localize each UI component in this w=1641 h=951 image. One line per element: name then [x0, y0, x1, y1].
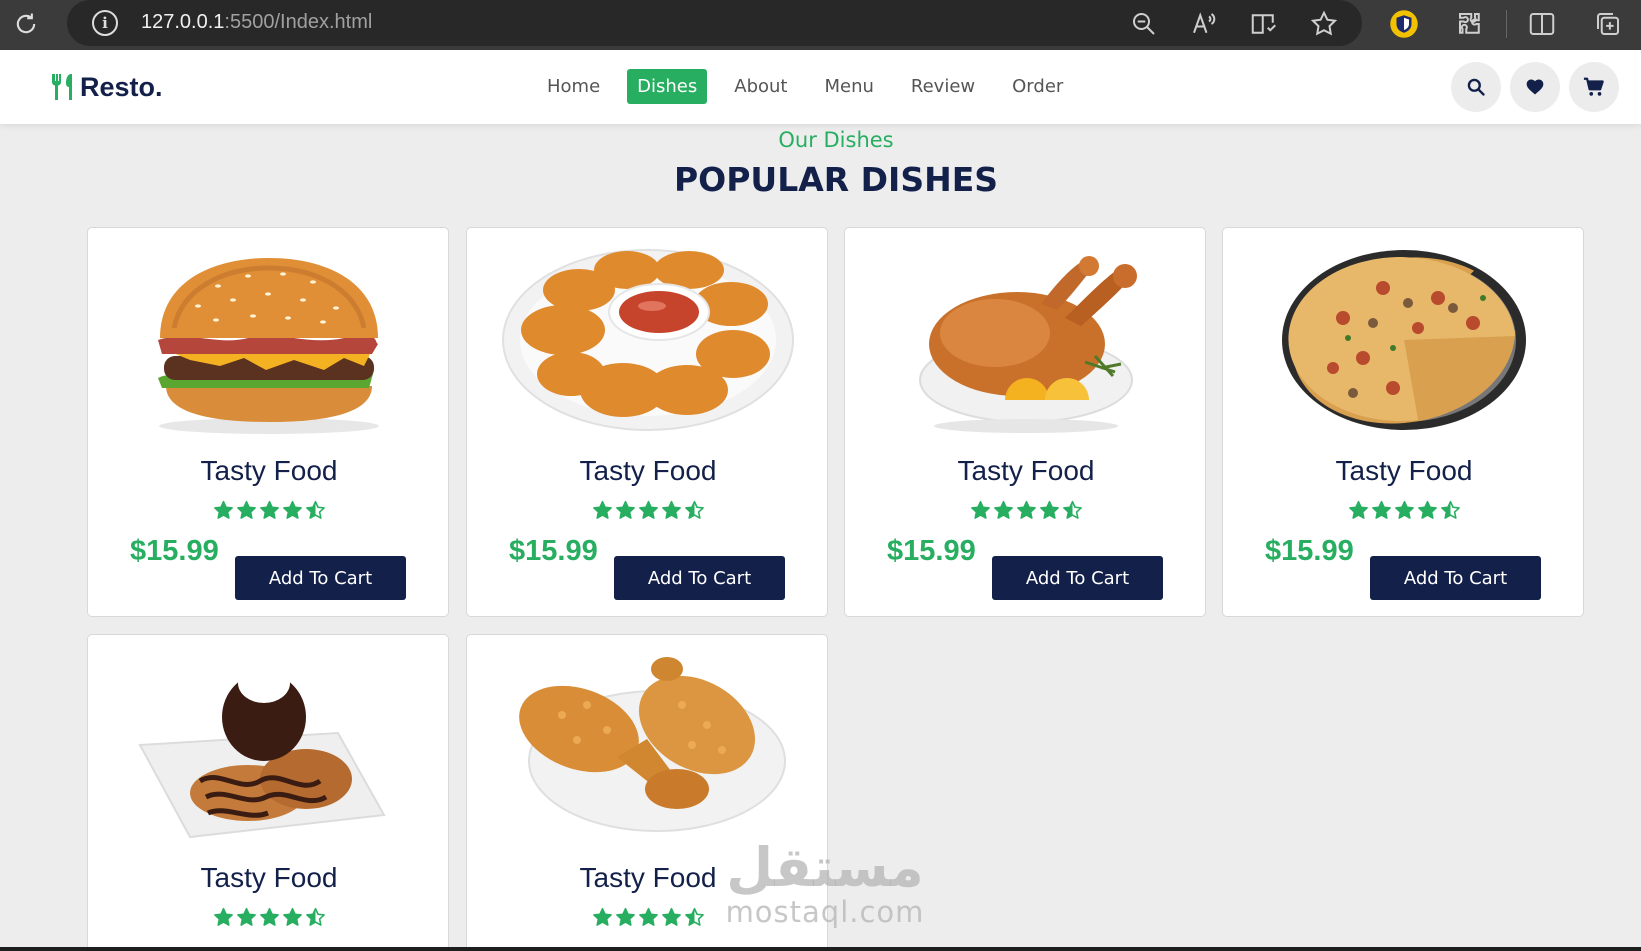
star-icon	[236, 500, 256, 519]
nav-links: Home Dishes About Menu Review Order	[537, 69, 1090, 104]
star-icon	[236, 907, 256, 926]
shield-extension-icon[interactable]	[1389, 9, 1419, 39]
extensions-puzzle-icon[interactable]	[1455, 9, 1485, 39]
rating-stars	[88, 907, 448, 932]
section-heading: POPULAR DISHES	[673, 160, 999, 199]
utensils-icon	[52, 74, 72, 100]
url-text[interactable]: 127.0.0.1:5500/Index.html	[141, 11, 372, 34]
site-logo[interactable]: Resto.	[50, 70, 163, 104]
add-to-cart-button[interactable]: Add To Cart	[614, 556, 785, 600]
star-icon	[970, 500, 990, 519]
favorite-star-icon[interactable]	[1309, 9, 1339, 39]
star-icon	[1039, 500, 1059, 519]
cart-button[interactable]	[1569, 62, 1619, 112]
logo-text: Resto.	[80, 71, 163, 102]
star-half-icon	[1062, 500, 1082, 519]
dish-card: Tasty Food $15.99 Add To Cart	[844, 227, 1206, 617]
star-half-icon	[684, 500, 704, 519]
burger-image	[158, 258, 379, 434]
add-to-cart-button[interactable]: Add To Cart	[992, 556, 1163, 600]
site-navbar: Resto. Home Dishes About Menu Review Ord…	[0, 50, 1641, 124]
watermark-latin: mostaql.com	[725, 895, 925, 929]
chocolate-dessert-image	[138, 655, 386, 839]
star-icon	[615, 500, 635, 519]
favorites-button[interactable]	[1510, 62, 1560, 112]
roast-chicken-image	[919, 256, 1137, 433]
star-icon	[592, 500, 612, 519]
dish-card: Tasty Food $15.99 Add To Cart	[466, 227, 828, 617]
search-button[interactable]	[1451, 62, 1501, 112]
dish-card: Tasty Food $15.99 Add To Cart	[87, 227, 449, 617]
star-half-icon	[1440, 500, 1460, 519]
star-half-icon	[684, 907, 704, 926]
toolbar-divider	[1506, 10, 1507, 38]
dish-title: Tasty Food	[200, 862, 338, 893]
rating-stars	[467, 500, 827, 525]
star-icon	[282, 500, 302, 519]
heart-icon	[1526, 79, 1544, 95]
star-half-icon	[305, 500, 325, 519]
fried-chicken-image	[519, 657, 786, 832]
dish-title: Tasty Food	[200, 455, 338, 486]
star-icon	[638, 907, 658, 926]
watermark: مستقل mostaql.com	[720, 836, 930, 929]
dish-price: $15.99	[509, 535, 598, 567]
star-icon	[282, 907, 302, 926]
star-icon	[1016, 500, 1036, 519]
rating-stars	[845, 500, 1205, 525]
dish-title: Tasty Food	[1335, 455, 1473, 486]
star-icon	[213, 500, 233, 519]
browser-toolbar: i 127.0.0.1:5500/Index.html	[0, 0, 1641, 50]
nav-link-home[interactable]: Home	[537, 69, 610, 104]
nav-link-order[interactable]: Order	[1002, 69, 1073, 104]
star-icon	[638, 500, 658, 519]
nav-link-review[interactable]: Review	[901, 69, 985, 104]
window-bottom-edge	[0, 947, 1641, 951]
star-icon	[213, 907, 233, 926]
star-icon	[259, 907, 279, 926]
pizza-image	[1282, 250, 1526, 430]
collections-icon[interactable]	[1593, 9, 1623, 39]
star-icon	[1417, 500, 1437, 519]
shopping-cart-icon	[1583, 77, 1604, 96]
star-icon	[1371, 500, 1391, 519]
star-icon	[259, 500, 279, 519]
star-icon	[615, 907, 635, 926]
dish-card: Tasty Food	[87, 634, 449, 951]
star-icon	[592, 907, 612, 926]
rating-stars	[88, 500, 448, 525]
search-icon	[1467, 78, 1485, 96]
dish-title: Tasty Food	[579, 455, 717, 486]
reload-icon[interactable]	[12, 10, 40, 38]
star-half-icon	[305, 907, 325, 926]
rating-stars	[1223, 500, 1583, 525]
chicken-nuggets-image	[502, 249, 794, 431]
split-screen-icon[interactable]	[1527, 9, 1557, 39]
nav-link-about[interactable]: About	[724, 69, 797, 104]
star-icon	[1394, 500, 1414, 519]
url-path: :5500/Index.html	[224, 11, 373, 33]
zoom-out-icon[interactable]	[1129, 9, 1159, 39]
site-info-icon[interactable]: i	[92, 10, 118, 36]
nav-link-dishes[interactable]: Dishes	[627, 69, 708, 104]
star-icon	[661, 500, 681, 519]
add-to-cart-button[interactable]: Add To Cart	[235, 556, 406, 600]
watermark-arabic: مستقل	[726, 836, 924, 899]
dish-price: $15.99	[1265, 535, 1354, 567]
read-aloud-icon[interactable]	[1189, 9, 1219, 39]
dish-price: $15.99	[130, 535, 219, 567]
url-host: 127.0.0.1	[141, 11, 225, 33]
dish-card: Tasty Food $15.99 Add To Cart	[1222, 227, 1584, 617]
star-icon	[1348, 500, 1368, 519]
add-to-cart-button[interactable]: Add To Cart	[1370, 556, 1541, 600]
immersive-reader-icon[interactable]	[1249, 9, 1279, 39]
star-icon	[661, 907, 681, 926]
dish-price: $15.99	[887, 535, 976, 567]
section-subheading: Our Dishes	[778, 128, 894, 152]
star-icon	[993, 500, 1013, 519]
nav-link-menu[interactable]: Menu	[814, 69, 883, 104]
dish-title: Tasty Food	[957, 455, 1095, 486]
